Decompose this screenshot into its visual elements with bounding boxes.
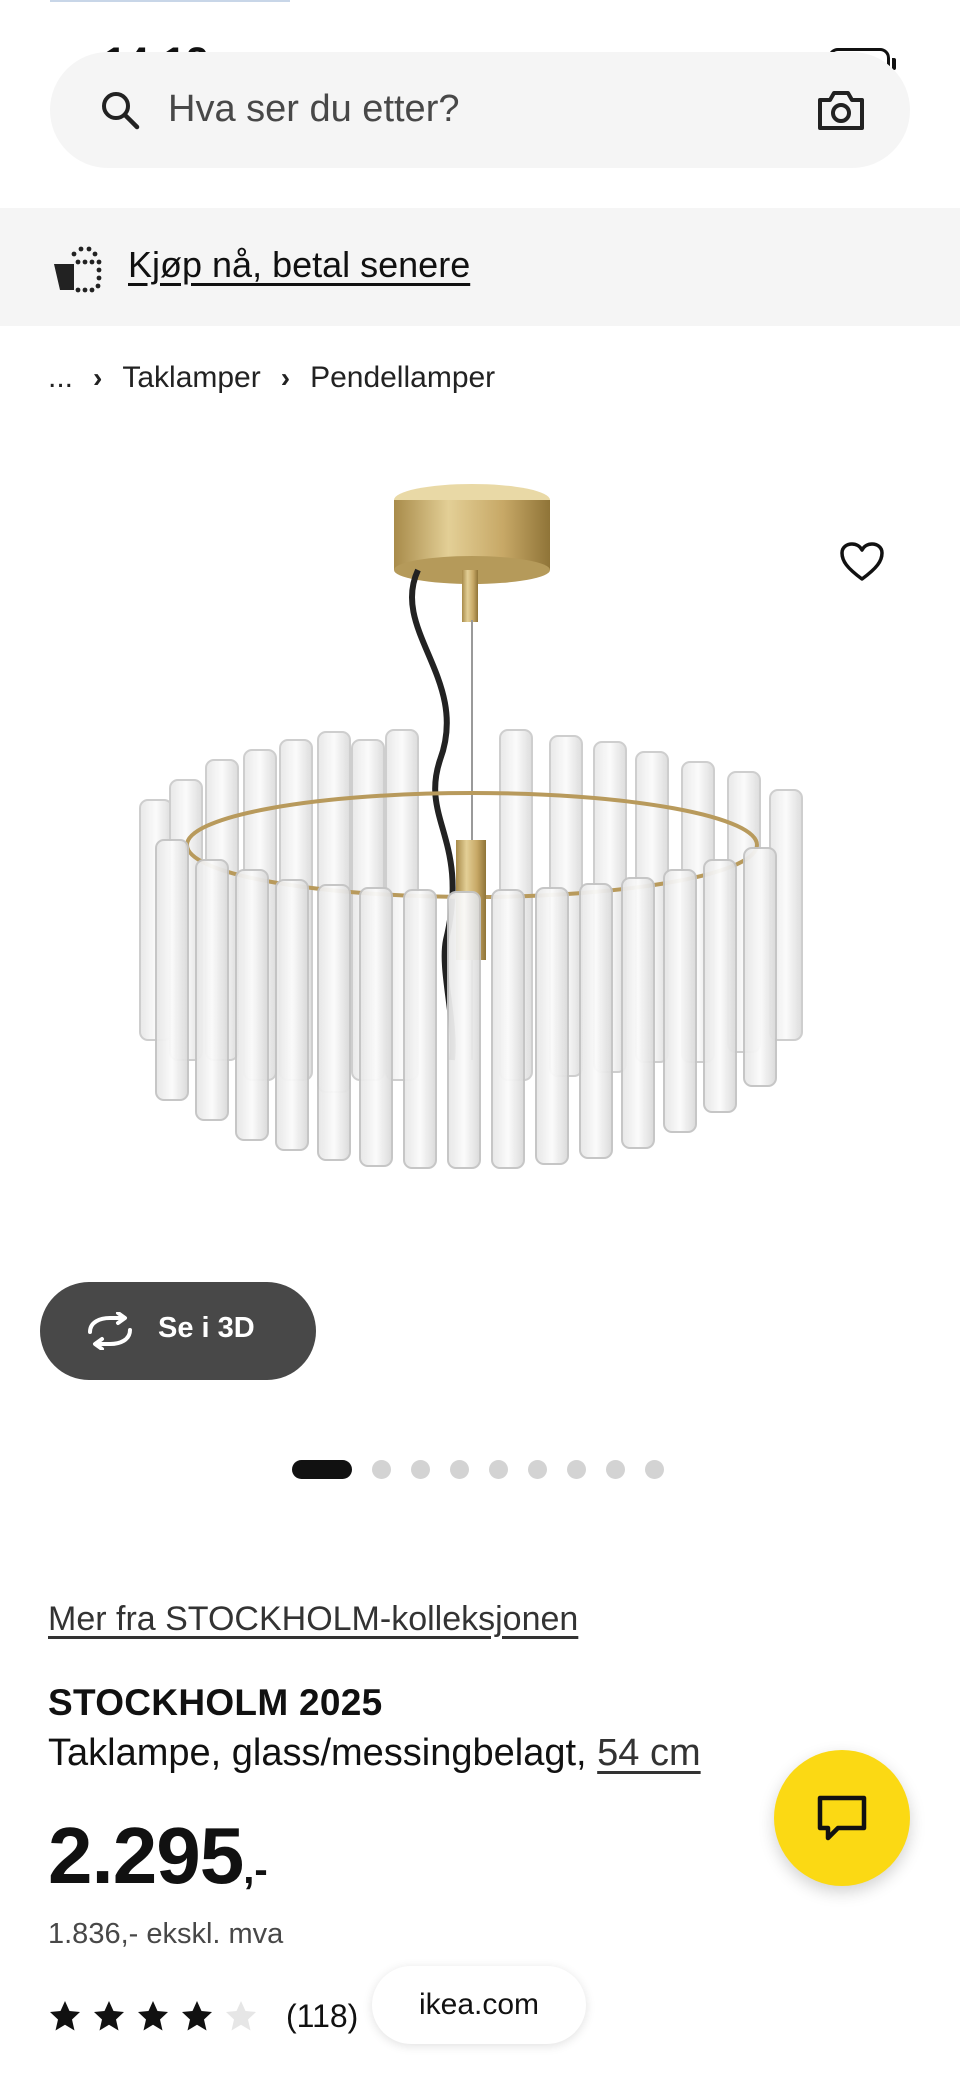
- search-input[interactable]: Hva ser du etter?: [168, 88, 459, 131]
- breadcrumb: ... › Taklamper › Pendellamper: [48, 358, 495, 398]
- carousel-dot[interactable]: [567, 1460, 586, 1479]
- carousel-dots: [0, 1458, 960, 1482]
- product-price: 2.295,-: [48, 1816, 268, 1896]
- collection-link[interactable]: Mer fra STOCKHOLM-kolleksjonen: [48, 1600, 578, 1639]
- product-name: STOCKHOLM 2025: [48, 1682, 383, 1723]
- breadcrumb-item-pendellamper[interactable]: Pendellamper: [310, 361, 495, 395]
- rotate-3d-icon: [88, 1312, 132, 1350]
- price-ex-vat: 1.836,- ekskl. mva: [48, 1918, 284, 1950]
- price-suffix: ,-: [243, 1848, 268, 1892]
- star-filled-icon: [138, 2001, 168, 2031]
- chevron-right-icon: ›: [93, 362, 103, 393]
- product-description: Taklampe, glass/messingbelagt, 54 cm: [48, 1732, 701, 1775]
- carousel-dot[interactable]: [528, 1460, 547, 1479]
- review-count[interactable]: (118): [286, 1998, 358, 2035]
- heart-icon: [840, 542, 884, 581]
- camera-icon[interactable]: [816, 88, 866, 132]
- rating-stars: [48, 1999, 268, 2033]
- product-description-text: Taklampe, glass/messingbelagt,: [48, 1732, 587, 1774]
- carousel-dot[interactable]: [372, 1460, 391, 1479]
- product-size-link[interactable]: 54 cm: [597, 1732, 700, 1774]
- view-in-3d-button[interactable]: Se i 3D: [40, 1282, 316, 1380]
- search-bar[interactable]: Hva ser du etter?: [50, 52, 910, 168]
- chat-button[interactable]: [774, 1750, 910, 1886]
- pendant-lamp-illustration: [139, 484, 803, 1169]
- view-in-3d-label: Se i 3D: [158, 1312, 255, 1344]
- price-amount: 2.295: [48, 1811, 244, 1900]
- product-rating[interactable]: (118): [48, 1994, 358, 2038]
- star-filled-icon: [50, 2001, 80, 2031]
- star-empty-icon: [226, 2001, 256, 2031]
- wishlist-button[interactable]: [818, 518, 906, 606]
- carousel-dot[interactable]: [606, 1460, 625, 1479]
- carousel-dot[interactable]: [450, 1460, 469, 1479]
- carousel-dot-active[interactable]: [292, 1460, 352, 1479]
- carousel-dot[interactable]: [489, 1460, 508, 1479]
- buy-now-pay-later-link[interactable]: Kjøp nå, betal senere: [128, 244, 470, 286]
- star-filled-icon: [94, 2001, 124, 2031]
- promo-banner: Kjøp nå, betal senere: [0, 208, 960, 326]
- breadcrumb-ellipsis[interactable]: ...: [48, 361, 73, 395]
- chat-bubble-icon: [817, 1795, 867, 1841]
- star-filled-icon: [182, 2001, 212, 2031]
- carousel-dot[interactable]: [411, 1460, 430, 1479]
- carousel-dot[interactable]: [645, 1460, 664, 1479]
- product-image[interactable]: [0, 460, 960, 1420]
- search-icon[interactable]: [98, 88, 142, 132]
- browser-url-pill[interactable]: ikea.com: [372, 1966, 586, 2044]
- breadcrumb-item-taklamper[interactable]: Taklamper: [122, 361, 260, 395]
- chevron-right-icon: ›: [280, 362, 291, 393]
- basket-dotted-icon: [54, 246, 102, 293]
